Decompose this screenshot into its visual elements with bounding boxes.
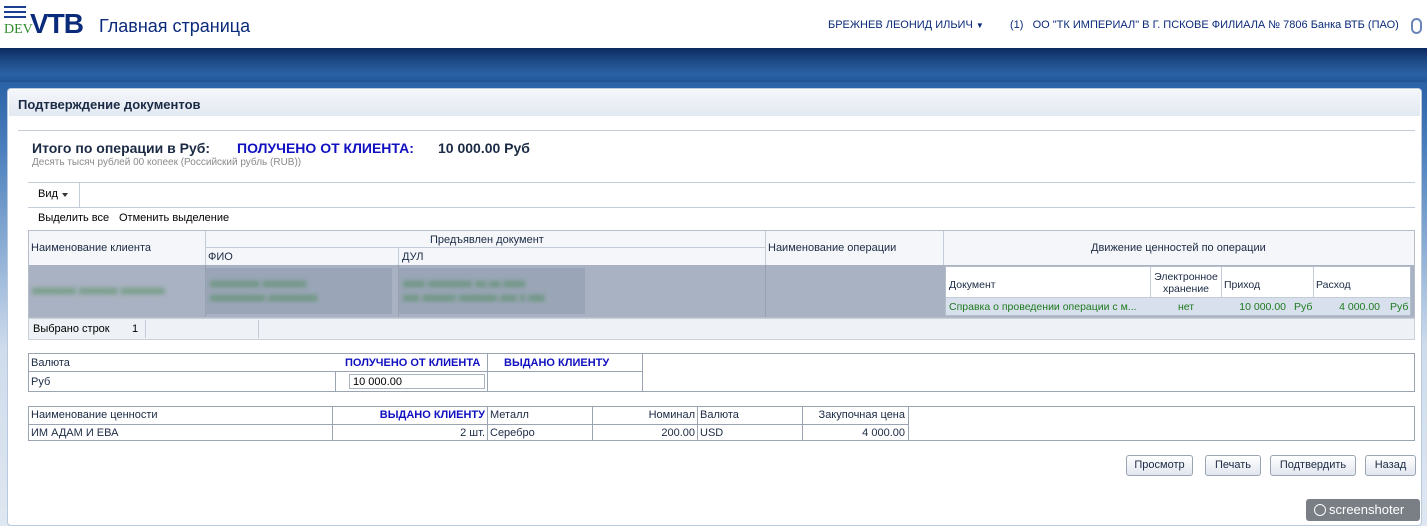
chevron-down-icon: ▼ bbox=[975, 21, 984, 30]
screenshoter-watermark: screenshoter bbox=[1306, 499, 1420, 521]
user-name: БРЕЖНЕВ ЛЕОНИД ИЛЬИЧ bbox=[828, 19, 973, 31]
purchase-price-col: Закупочная цена bbox=[818, 409, 905, 421]
valuable-issued-cell: 2 шт. bbox=[460, 427, 485, 439]
col-divider bbox=[335, 372, 336, 391]
logo-dev-label: DEV bbox=[4, 22, 33, 37]
vtb-logo[interactable]: VTB bbox=[30, 8, 84, 40]
currency-table bbox=[28, 353, 1415, 392]
valuable-name-col: Наименование ценности bbox=[31, 409, 158, 421]
col-dul[interactable]: ДУЛ bbox=[402, 251, 423, 263]
issued-col-header: ВЫДАНО КЛИЕНТУ bbox=[504, 357, 610, 369]
divider bbox=[28, 207, 1415, 208]
metal-cell: Серебро bbox=[490, 427, 535, 439]
col-divider bbox=[332, 407, 333, 440]
col-divider bbox=[642, 354, 643, 391]
col-divider bbox=[487, 354, 488, 391]
dul-cell-line1: xxxx xxxxxxxx xx.xx.xxxx bbox=[403, 278, 526, 290]
print-button[interactable]: Печать bbox=[1205, 455, 1261, 476]
selected-rows-count: 1 bbox=[132, 323, 139, 335]
metal-col: Металл bbox=[490, 409, 529, 421]
col-divider bbox=[697, 407, 698, 440]
summary-amount: 10 000.00 Руб bbox=[438, 140, 530, 156]
panel-header bbox=[9, 90, 1420, 116]
col-fio[interactable]: ФИО bbox=[208, 251, 233, 263]
col-divider bbox=[802, 407, 803, 440]
select-all-button[interactable]: Выделить все bbox=[38, 212, 109, 224]
col-divider bbox=[765, 265, 766, 317]
valuable-currency-col: Валюта bbox=[700, 409, 739, 421]
fio-cell-line2: xxxxxxxxxx xxxxxxxxx bbox=[210, 292, 318, 304]
sub-col-document[interactable]: Документ bbox=[949, 279, 996, 291]
received-col-header: ПОЛУЧЕНО ОТ КЛИЕНТА bbox=[345, 357, 481, 369]
sub-expense-currency: Руб bbox=[1390, 301, 1409, 313]
vtb-logo-icon bbox=[4, 6, 26, 20]
toolbar-separator bbox=[79, 183, 80, 207]
summary-label: Итого по операции в Руб: bbox=[32, 140, 211, 156]
col-divider bbox=[205, 231, 206, 265]
fio-cell-line1: xxxxxxxxx xxxxxxxx bbox=[210, 278, 307, 290]
col-divider bbox=[943, 231, 944, 265]
col-divider bbox=[487, 407, 488, 440]
nominal-cell: 200.00 bbox=[661, 427, 695, 439]
row-divider bbox=[29, 424, 908, 425]
col-document-presented: Предъявлен документ bbox=[430, 234, 544, 246]
view-menu-button[interactable]: Вид bbox=[38, 188, 58, 200]
row-divider bbox=[206, 247, 765, 248]
page-title[interactable]: Главная страница bbox=[99, 16, 250, 37]
at-icon bbox=[1314, 504, 1326, 516]
deselect-button[interactable]: Отменить выделение bbox=[119, 212, 229, 224]
sub-expense-cell: 4 000.00 bbox=[1339, 301, 1380, 313]
col-divider bbox=[145, 320, 146, 338]
col-divider bbox=[908, 407, 909, 440]
valuable-issued-col: ВЫДАНО КЛИЕНТУ bbox=[379, 409, 485, 421]
valuable-currency-cell: USD bbox=[700, 427, 724, 439]
currency-cell: Руб bbox=[31, 376, 51, 388]
branch-info: (1) ОО "ТК ИМПЕРИАЛ" В Г. ПСКОВЕ ФИЛИАЛА… bbox=[1010, 19, 1399, 31]
col-divider bbox=[398, 247, 399, 265]
sub-col-income[interactable]: Приход bbox=[1224, 279, 1260, 291]
col-divider bbox=[592, 407, 593, 440]
divider bbox=[28, 182, 1415, 183]
panel-title: Подтверждение документов bbox=[18, 97, 201, 112]
sub-income-cell: 10 000.00 bbox=[1239, 301, 1286, 313]
dul-cell-line2: xxx xxxxxx xxxxxxx xxx x xxx bbox=[403, 292, 545, 304]
valuable-name-cell: ИМ АДАМ И ЕВА bbox=[31, 427, 119, 439]
fio-cell-bg bbox=[206, 268, 392, 314]
caret-down-icon bbox=[62, 193, 68, 197]
sub-col-expense[interactable]: Расход bbox=[1316, 279, 1351, 291]
summary-status: ПОЛУЧЕНО ОТ КЛИЕНТА: bbox=[237, 140, 414, 156]
col-operation-name[interactable]: Наименование операции bbox=[768, 242, 896, 254]
col-divider bbox=[765, 231, 766, 265]
purchase-price-cell: 4 000.00 bbox=[862, 427, 905, 439]
nominal-col: Номинал bbox=[648, 409, 695, 421]
back-button[interactable]: Назад bbox=[1365, 455, 1416, 476]
selection-status-bar bbox=[28, 318, 1415, 340]
col-divider bbox=[258, 320, 259, 338]
sub-document-cell: Справка о проведении операции с м... bbox=[949, 301, 1137, 313]
selected-rows-label: Выбрано строк bbox=[33, 323, 110, 335]
preview-button[interactable]: Просмотр bbox=[1126, 455, 1193, 476]
watermark-text: screenshoter bbox=[1329, 502, 1405, 517]
client-name-cell: xxxxxxxx xxxxxxx xxxxxxxx bbox=[32, 285, 165, 297]
summary-amount-words: Десять тысяч рублей 00 копеек (Российски… bbox=[32, 157, 302, 168]
confirm-button[interactable]: Подтвердить bbox=[1270, 455, 1356, 476]
sub-col-storage[interactable]: Электронное хранение bbox=[1152, 271, 1220, 295]
user-menu[interactable]: БРЕЖНЕВ ЛЕОНИД ИЛЬИЧ ▼ bbox=[828, 19, 984, 31]
currency-col-header: Валюта bbox=[31, 357, 70, 369]
scroll-icon[interactable] bbox=[1411, 18, 1422, 34]
col-client-name[interactable]: Наименование клиента bbox=[31, 242, 151, 254]
sub-income-currency: Руб bbox=[1294, 301, 1313, 313]
col-movement[interactable]: Движение ценностей по операции bbox=[1091, 242, 1266, 254]
dul-cell-bg bbox=[399, 268, 585, 314]
divider bbox=[18, 130, 1415, 131]
sub-storage-cell: нет bbox=[1177, 301, 1195, 313]
received-amount-input[interactable] bbox=[349, 374, 485, 389]
